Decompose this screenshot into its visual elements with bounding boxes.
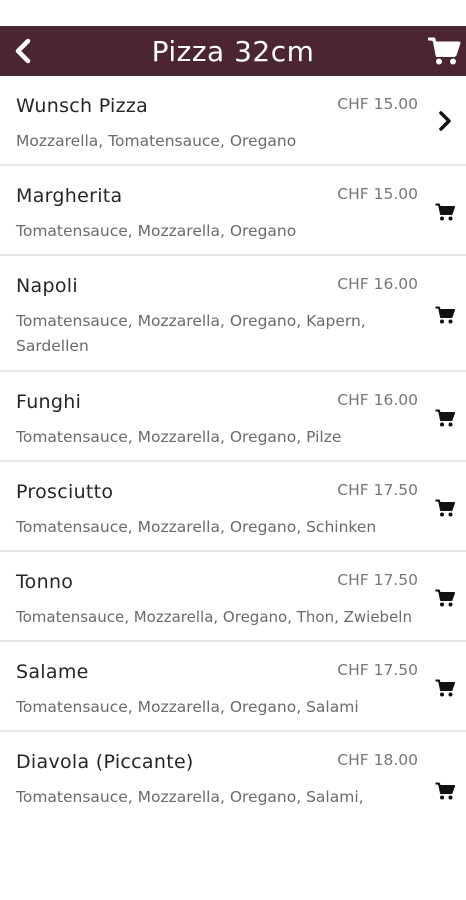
item-description: Tomatensauce, Mozzarella, Oregano, Salam… [16, 698, 359, 716]
page-title: Pizza 32cm [151, 35, 315, 68]
cart-icon [435, 203, 455, 221]
list-item[interactable]: Salame CHF 17.50 Tomatensauce, Mozzarell… [0, 642, 466, 732]
add-to-cart-button[interactable] [434, 587, 456, 609]
item-name: Tonno [16, 571, 74, 593]
cart-icon [435, 782, 455, 800]
cart-icon [435, 679, 455, 697]
item-description: Tomatensauce, Mozzarella, Oregano, Kaper… [16, 312, 366, 355]
item-name: Prosciutto [16, 481, 114, 503]
add-to-cart-button[interactable] [434, 407, 456, 429]
list-item[interactable]: Tonno CHF 17.50 Tomatensauce, Mozzarella… [0, 552, 466, 642]
item-description: Tomatensauce, Mozzarella, Oregano, Salam… [16, 788, 364, 806]
app-header: Pizza 32cm [0, 26, 466, 76]
add-to-cart-button[interactable] [434, 677, 456, 699]
item-description: Tomatensauce, Mozzarella, Oregano, Pilze [16, 428, 342, 446]
list-item[interactable]: Prosciutto CHF 17.50 Tomatensauce, Mozza… [0, 462, 466, 552]
item-price: CHF 17.50 [337, 481, 418, 499]
item-price: CHF 15.00 [337, 185, 418, 203]
list-item[interactable]: Wunsch Pizza CHF 15.00 Mozzarella, Tomat… [0, 76, 466, 166]
item-price: CHF 18.00 [337, 751, 418, 769]
item-description: Tomatensauce, Mozzarella, Oregano [16, 222, 297, 240]
item-price: CHF 16.00 [337, 275, 418, 293]
item-name: Wunsch Pizza [16, 95, 149, 117]
item-name: Diavola (Piccante) [16, 751, 194, 773]
cart-icon [435, 499, 455, 517]
item-name: Salame [16, 661, 89, 683]
item-price: CHF 16.00 [337, 391, 418, 409]
cart-icon [435, 306, 455, 324]
cart-icon [428, 37, 461, 65]
cart-icon [435, 589, 455, 607]
add-to-cart-button[interactable] [434, 304, 456, 326]
item-name: Napoli [16, 275, 78, 297]
pizza-list: Wunsch Pizza CHF 15.00 Mozzarella, Tomat… [0, 76, 466, 822]
add-to-cart-button[interactable] [434, 201, 456, 223]
item-price: CHF 17.50 [337, 571, 418, 589]
item-description: Tomatensauce, Mozzarella, Oregano, Thon,… [16, 608, 412, 626]
item-name: Margherita [16, 185, 123, 207]
cart-button[interactable] [426, 34, 462, 68]
list-item[interactable]: Funghi CHF 16.00 Tomatensauce, Mozzarell… [0, 372, 466, 462]
cart-icon [435, 409, 455, 427]
chevron-right-icon [439, 111, 451, 131]
add-to-cart-button[interactable] [434, 780, 456, 802]
item-description: Tomatensauce, Mozzarella, Oregano, Schin… [16, 518, 377, 536]
item-price: CHF 17.50 [337, 661, 418, 679]
item-name: Funghi [16, 391, 82, 413]
item-price: CHF 15.00 [337, 95, 418, 113]
list-item[interactable]: Napoli CHF 16.00 Tomatensauce, Mozzarell… [0, 256, 466, 372]
status-bar [0, 0, 466, 26]
add-to-cart-button[interactable] [434, 497, 456, 519]
list-item[interactable]: Diavola (Piccante) CHF 18.00 Tomatensauc… [0, 732, 466, 822]
open-item-button[interactable] [434, 110, 456, 132]
item-description: Mozzarella, Tomatensauce, Oregano [16, 132, 297, 150]
list-item[interactable]: Margherita CHF 15.00 Tomatensauce, Mozza… [0, 166, 466, 256]
